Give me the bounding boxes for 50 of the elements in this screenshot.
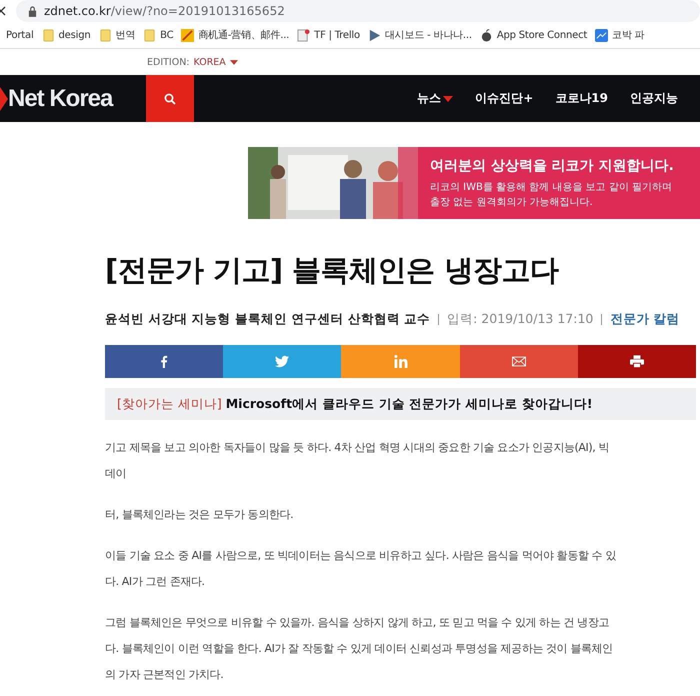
promo-text: Microsoft에서 클라우드 기술 전문가가 세미나로 찾아갑니다!	[226, 396, 593, 412]
linkedin-icon	[394, 355, 408, 368]
publish-date: 입력: 2019/10/13 17:10	[447, 311, 594, 328]
promo-tag: [찾아가는 세미나]	[117, 396, 222, 412]
article-paragraph: 터, 블록체인라는 것은 모두가 동의한다.	[105, 507, 294, 523]
bookmark[interactable]: design	[42, 28, 91, 42]
advertisement-banner[interactable]: 여러분의 상상력을 리코가 지원합니다. 리코의 IWB를 활용해 함께 내용을 보고 같이 필기하며 출장 없는 원격회의가 가능해집니다.	[248, 147, 700, 219]
ad-headline: 여러분의 상상력을 리코가 지원합니다.	[430, 156, 674, 174]
author: 윤석빈 서강대 지능형 블록체인 연구센터 산학협력 교수	[105, 311, 430, 328]
bookmark[interactable]: 商机通-营销、邮件...	[181, 28, 290, 42]
folder-icon	[143, 28, 156, 42]
bookmark[interactable]: Portal	[6, 30, 34, 40]
caret-icon	[230, 60, 238, 64]
promo-banner[interactable]: [찾아가는 세미나] Microsoft에서 클라우드 기술 전문가가 세미나로 찾아갑니다!	[105, 388, 696, 420]
ad-text: 출장 없는 원격회의가 가능해집니다.	[430, 196, 594, 210]
nav-link[interactable]: 코로나19	[555, 90, 608, 107]
bookmark[interactable]: 번역	[98, 28, 136, 42]
share-button[interactable]	[578, 345, 696, 378]
article-paragraph: 그럼 블록체인은 무엇으로 비유할 수 있을까. 음식을 상하지 않게 하고, 또 믿고 먹을 수 있게 하는 건 냉장고 다. 블록체인이 이런 역할을 한다. AI가 잘 작동할 수 있게 데이터 신뢰성과 투명성을 제공하는 것이 블록체인 의 가자 근본적인 가치다.	[105, 615, 614, 683]
printer-icon	[630, 355, 644, 368]
edition-selector[interactable]: KOREA	[194, 56, 226, 68]
nav-link[interactable]: 뉴스	[417, 90, 454, 107]
edition-label: EDITION:	[147, 56, 190, 68]
bookmark[interactable]: TF | Trello	[297, 28, 360, 42]
url-text: zdnet.co.kr/view/?no=20191013165652	[44, 4, 285, 18]
article-title: [전문가 기고] 블록체인은 냉장고다	[105, 252, 560, 289]
envelope-icon	[512, 355, 526, 368]
bookmark[interactable]: 코박 파	[595, 28, 644, 42]
folder-icon	[42, 28, 55, 42]
chart-icon	[595, 28, 608, 42]
lock-icon	[28, 6, 37, 16]
bird-icon	[275, 355, 290, 368]
app-icon	[181, 28, 194, 42]
site-logo[interactable]: Net Korea	[8, 84, 112, 112]
bookmark[interactable]: 대시보드 - 바나나...	[368, 28, 472, 42]
article-paragraph: 이들 기술 요소 중 AI를 사람으로, 또 빅데이터는 음식으로 비유하고 싶다. 사람은 음식을 먹어야 활동할 수 있 다. AI가 그런 존재다.	[105, 548, 617, 590]
bookmark[interactable]: App Store Connect	[480, 28, 588, 42]
nav-link[interactable]: 인공지능	[630, 90, 678, 107]
bookmark[interactable]: BC	[143, 28, 174, 42]
address-field[interactable]: zdnet.co.kr/view/?no=20191013165652	[16, 0, 700, 22]
search-icon	[164, 92, 176, 104]
category-link[interactable]: 전문가 칼럼	[610, 311, 680, 328]
page-icon	[297, 28, 310, 42]
ad-text: 리코의 IWB를 활용해 함께 내용을 보고 같이 필기하며	[430, 180, 673, 194]
nav-link[interactable]: 이슈진단+	[475, 90, 534, 107]
folder-icon	[98, 28, 112, 42]
logo-mark	[0, 84, 8, 112]
search-button[interactable]	[146, 75, 194, 122]
article-paragraph: 기고 제목을 보고 의아한 독자들이 많을 듯 하다. 4차 산업 혁명 시대의 중요한 기술 요소가 인공지능(AI), 빅 데이	[105, 440, 610, 482]
flag-icon	[368, 28, 381, 42]
